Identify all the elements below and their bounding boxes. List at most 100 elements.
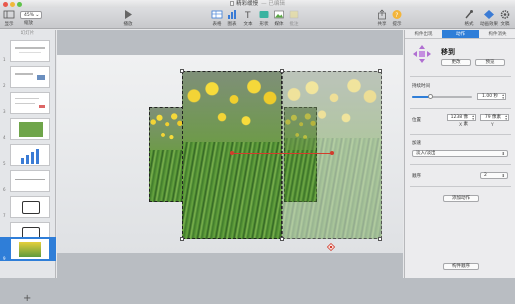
motion-path-end[interactable] [330, 151, 334, 155]
tips-label: 提示 [392, 22, 402, 27]
zoom-select[interactable]: 45% [20, 11, 42, 19]
share-button[interactable]: 共享 [376, 9, 388, 27]
acceleration-select[interactable]: 淡入/淡出 ⬍ [412, 150, 508, 157]
slide-number: 6 [3, 187, 6, 192]
text-label: 文本 [243, 22, 253, 27]
view-button[interactable]: 显示 [3, 9, 15, 27]
comment-label: 批注 [289, 22, 299, 27]
tips-icon: ? [392, 10, 402, 19]
slide-preview [10, 196, 50, 218]
chart-button[interactable]: 图表 [226, 9, 238, 27]
play-label: 播放 [123, 22, 133, 27]
view-icon [3, 10, 15, 19]
position-x-field[interactable]: 1238 像素 ▴ ▾ [447, 114, 476, 127]
add-action-diamond-icon[interactable] [327, 243, 335, 251]
shape-button[interactable]: 形状 [258, 9, 270, 27]
shape-label: 形状 [259, 22, 269, 27]
slide-thumbnail-4[interactable]: 4 [3, 118, 53, 140]
divider [410, 108, 511, 109]
motion-path-start[interactable] [230, 151, 234, 155]
slide-preview [10, 40, 50, 62]
tab-action[interactable]: 动作 [442, 30, 479, 38]
slide-thumbnail-1[interactable]: 1 [3, 40, 53, 62]
resize-handle-bottom-left[interactable] [180, 237, 184, 241]
navigator-header: 幻灯片 [20, 31, 35, 36]
window-title-edited: — 已编辑 [261, 1, 285, 7]
acceleration-label: 加速 [412, 141, 421, 146]
order-label: 顺序 [412, 174, 421, 179]
divider [410, 76, 511, 77]
text-button[interactable]: T 文本 [242, 9, 254, 27]
divider [410, 134, 511, 135]
preview-button[interactable]: 预览 [475, 59, 505, 66]
divider [410, 186, 511, 187]
slide-thumbnail-7[interactable]: 7 [3, 196, 53, 218]
build-order-button[interactable]: 构件顺序 [443, 263, 479, 270]
slide-preview [10, 170, 50, 192]
change-animation-button[interactable]: 更改 [441, 59, 471, 66]
format-label: 格式 [464, 22, 474, 27]
svg-text:?: ? [395, 12, 398, 19]
slide-thumbnail-3[interactable]: 3 [3, 92, 53, 114]
play-icon [125, 10, 132, 19]
slide-thumbnail-5[interactable]: 5 [3, 144, 53, 166]
gear-icon [500, 10, 510, 19]
selection-outline-left [149, 107, 184, 202]
add-slide-button[interactable]: + [23, 293, 31, 304]
tab-build-out[interactable]: 构件消失 [479, 30, 515, 38]
slide-navigator: 幻灯片 1 2 3 4 5 6 7 8 [0, 30, 56, 304]
slide-preview [10, 238, 50, 260]
stepper-icon[interactable]: ▴ ▾ [502, 93, 504, 100]
duration-value: 1.00 秒 [482, 94, 498, 99]
resize-handle-bottom-right[interactable] [280, 237, 284, 241]
ghost-handle-top-right[interactable] [378, 69, 382, 73]
chevron-updown-icon: ⬍ [501, 151, 505, 156]
document-button[interactable]: 文稿 [499, 9, 511, 27]
slide-thumbnail-6[interactable]: 6 [3, 170, 53, 192]
slide-number: 7 [3, 213, 6, 218]
duration-slider-knob[interactable] [427, 94, 433, 99]
table-icon [211, 10, 223, 19]
table-button[interactable]: 表格 [211, 9, 223, 27]
slide-thumbnail-2[interactable]: 2 [3, 66, 53, 88]
resize-handle-top-right[interactable] [280, 69, 284, 73]
format-button[interactable]: 格式 [463, 9, 475, 27]
resize-handle-top-left[interactable] [180, 69, 184, 73]
keynote-window: 精彩缓慢— 已编辑 显示 45% 缩放 播放 表格 图表 T 文本 [0, 0, 515, 304]
inspector-tabs: 构件出现 动作 构件消失 [405, 30, 515, 39]
animate-button[interactable]: 动画效果 [480, 9, 498, 27]
comment-button[interactable]: 批注 [288, 9, 300, 27]
text-icon: T [244, 11, 251, 20]
slide-number: 1 [3, 57, 6, 62]
table-label: 表格 [212, 22, 222, 27]
document-icon [230, 0, 235, 6]
svg-text:T: T [244, 11, 251, 20]
x-label: X [459, 123, 463, 128]
position-y-field[interactable]: 79 像素 ▴ ▾ [480, 114, 509, 121]
duration-field[interactable]: 1.00 秒 ▴ ▾ [477, 93, 506, 100]
position-y-value: 79 像素 [484, 115, 501, 120]
ghost-handle-bottom-right[interactable] [378, 237, 382, 241]
play-button[interactable]: 播放 [122, 9, 134, 27]
slide-thumbnail-9[interactable]: 9 [0, 237, 56, 261]
paintbrush-icon [465, 10, 473, 19]
order-value: 2 [484, 173, 487, 178]
add-action-button[interactable]: 添加动作 [443, 195, 479, 202]
zoom-label: 缩放 [24, 21, 33, 26]
stepper-icon[interactable]: ▴ ▾ [472, 114, 474, 121]
slide-preview [10, 118, 50, 140]
zoom-label-wrap: 缩放 [24, 20, 33, 26]
media-button[interactable]: 媒体 [273, 9, 285, 27]
tips-button[interactable]: ? 提示 [391, 9, 403, 27]
chart-label: 图表 [227, 22, 237, 27]
order-select[interactable]: 2 ⬍ [480, 172, 508, 179]
motion-path-line[interactable] [232, 153, 332, 154]
animation-inspector: 构件出现 动作 构件消失 移到 更改 预览 持续时间 1.00 秒 ▴ ▾ 位置 … [404, 30, 515, 278]
document-label: 文稿 [500, 22, 510, 27]
chevron-updown-icon: ⬍ [501, 173, 505, 178]
media-icon [274, 10, 284, 19]
tab-build-in[interactable]: 构件出现 [405, 30, 442, 38]
duration-slider[interactable] [412, 94, 472, 99]
y-label: Y [491, 123, 494, 128]
stepper-icon[interactable]: ▴ ▾ [505, 114, 507, 121]
